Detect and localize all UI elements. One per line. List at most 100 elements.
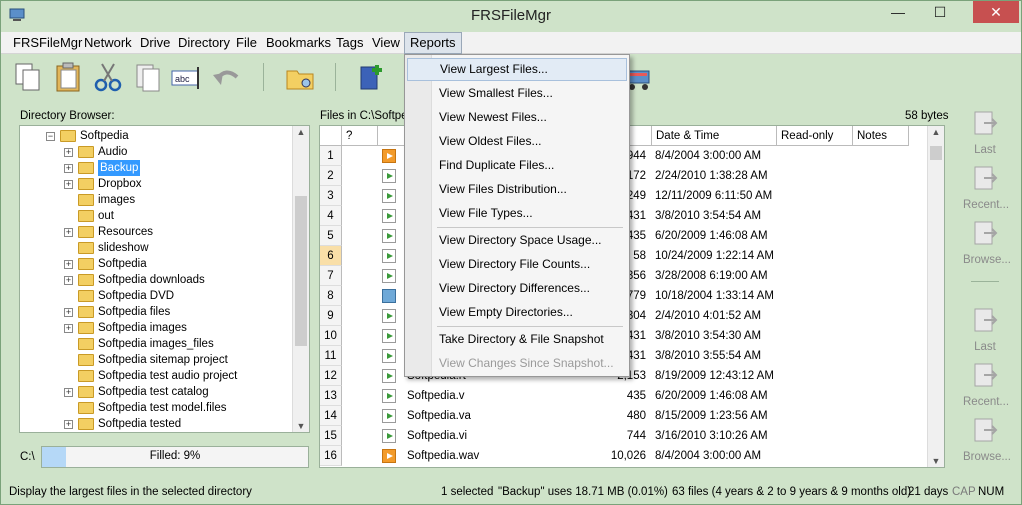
tree-item[interactable]: slideshow: [20, 240, 290, 256]
scroll-down-icon[interactable]: ▼: [293, 421, 309, 431]
tree-item[interactable]: + Softpedia images: [20, 320, 290, 336]
reports-menu-item[interactable]: Take Directory & File Snapshot: [407, 328, 627, 351]
file-name[interactable]: Softpedia.va: [407, 406, 471, 426]
row-number[interactable]: 8: [320, 286, 342, 306]
expand-icon[interactable]: +: [64, 148, 73, 157]
rename-icon[interactable]: abc: [171, 61, 201, 93]
row-number[interactable]: 5: [320, 226, 342, 246]
copy-icon[interactable]: [13, 61, 43, 93]
menu-directory[interactable]: Directory: [173, 32, 235, 54]
row-number[interactable]: 16: [320, 446, 342, 466]
tree-item[interactable]: + Audio: [20, 144, 290, 160]
tree-item[interactable]: images: [20, 192, 290, 208]
menu-view[interactable]: View: [367, 32, 405, 54]
row-number[interactable]: 10: [320, 326, 342, 346]
row-number[interactable]: 14: [320, 406, 342, 426]
expand-icon[interactable]: +: [64, 420, 73, 429]
tree-item[interactable]: + Dropbox: [20, 176, 290, 192]
tree-item[interactable]: + Backup: [20, 160, 290, 176]
menu-network[interactable]: Network: [79, 32, 137, 54]
menu-frsfilemgr[interactable]: FRSFileMgr: [8, 32, 87, 54]
side-button[interactable]: Last: [963, 306, 1007, 353]
find-folder-icon[interactable]: [285, 61, 315, 93]
reports-menu-item[interactable]: View Directory Differences...: [407, 277, 627, 300]
reports-menu-item[interactable]: View Empty Directories...: [407, 301, 627, 324]
expand-icon[interactable]: +: [64, 308, 73, 317]
side-button[interactable]: Browse...: [963, 416, 1011, 463]
side-button[interactable]: Recent...: [963, 164, 1009, 211]
tree-item[interactable]: + Softpedia files: [20, 304, 290, 320]
expand-icon[interactable]: +: [64, 228, 73, 237]
menu-reports[interactable]: Reports: [404, 32, 462, 54]
maximize-button[interactable]: ☐: [923, 1, 957, 23]
tree-item[interactable]: Softpedia images_files: [20, 336, 290, 352]
tree-item[interactable]: − Softpedia: [20, 128, 290, 144]
tree-item[interactable]: out: [20, 208, 290, 224]
scroll-up-icon[interactable]: ▲: [928, 127, 944, 137]
files-scroll-thumb[interactable]: [930, 146, 942, 160]
expand-icon[interactable]: +: [64, 164, 73, 173]
scroll-down-icon[interactable]: ▼: [928, 456, 944, 466]
add-bookmark-icon[interactable]: [357, 61, 387, 93]
tree-item[interactable]: Softpedia test audio project: [20, 368, 290, 384]
row-number[interactable]: 9: [320, 306, 342, 326]
row-number[interactable]: 15: [320, 426, 342, 446]
close-button[interactable]: ✕: [973, 1, 1019, 23]
file-name[interactable]: Softpedia.v: [407, 386, 465, 406]
row-number[interactable]: 13: [320, 386, 342, 406]
expand-icon[interactable]: +: [64, 276, 73, 285]
scroll-up-icon[interactable]: ▲: [293, 127, 309, 137]
expand-icon[interactable]: +: [64, 180, 73, 189]
menu-bookmarks[interactable]: Bookmarks: [261, 32, 336, 54]
paste-icon[interactable]: [53, 61, 83, 93]
column-readonly[interactable]: Read-only: [777, 126, 853, 146]
reports-menu-item[interactable]: View Smallest Files...: [407, 82, 627, 105]
row-number[interactable]: 4: [320, 206, 342, 226]
side-button[interactable]: Last: [963, 109, 1007, 156]
side-button[interactable]: Browse...: [963, 219, 1011, 266]
minimize-button[interactable]: —: [881, 1, 915, 23]
reports-menu-item[interactable]: View Directory File Counts...: [407, 253, 627, 276]
menu-drive[interactable]: Drive: [135, 32, 175, 54]
column-date[interactable]: Date & Time: [652, 126, 777, 146]
column-notes[interactable]: Notes: [853, 126, 909, 146]
tree-item[interactable]: Softpedia test model.files: [20, 400, 290, 416]
cut-icon[interactable]: [93, 61, 123, 93]
expand-icon[interactable]: +: [64, 260, 73, 269]
side-button[interactable]: Recent...: [963, 361, 1009, 408]
tree-scrollbar[interactable]: ▲ ▼: [292, 126, 309, 432]
reports-menu-item[interactable]: View Directory Space Usage...: [407, 229, 627, 252]
copy-to-icon[interactable]: [133, 61, 163, 93]
reports-menu-item[interactable]: View Largest Files...: [407, 58, 627, 81]
tree-item[interactable]: Softpedia DVD: [20, 288, 290, 304]
row-number[interactable]: 1: [320, 146, 342, 166]
collapse-icon[interactable]: −: [46, 132, 55, 141]
column-icon[interactable]: ?: [342, 126, 378, 146]
tree-item[interactable]: Softpedia sitemap project: [20, 352, 290, 368]
tree-item[interactable]: + Softpedia test catalog: [20, 384, 290, 400]
undo-icon[interactable]: [211, 61, 241, 93]
file-name[interactable]: Softpedia.wav: [407, 446, 479, 466]
reports-menu-item[interactable]: View File Types...: [407, 202, 627, 225]
row-number[interactable]: 11: [320, 346, 342, 366]
reports-menu-item[interactable]: View Oldest Files...: [407, 130, 627, 153]
menu-tags[interactable]: Tags: [331, 32, 368, 54]
reports-menu-item[interactable]: View Files Distribution...: [407, 178, 627, 201]
tree-item[interactable]: + Softpedia downloads: [20, 272, 290, 288]
tree-scroll-thumb[interactable]: [295, 196, 307, 346]
reports-menu-item[interactable]: View Newest Files...: [407, 106, 627, 129]
files-scrollbar[interactable]: ▲ ▼: [927, 126, 944, 467]
row-number[interactable]: 2: [320, 166, 342, 186]
expand-icon[interactable]: +: [64, 324, 73, 333]
row-number[interactable]: 7: [320, 266, 342, 286]
tree-item[interactable]: + Softpedia: [20, 256, 290, 272]
row-number[interactable]: 3: [320, 186, 342, 206]
menu-file[interactable]: File: [231, 32, 262, 54]
file-name[interactable]: Softpedia.vi: [407, 426, 467, 446]
row-number[interactable]: 6: [320, 246, 342, 266]
reports-menu-item[interactable]: Find Duplicate Files...: [407, 154, 627, 177]
row-number[interactable]: 12: [320, 366, 342, 386]
tree-item[interactable]: + Resources: [20, 224, 290, 240]
expand-icon[interactable]: +: [64, 388, 73, 397]
tree-item[interactable]: + Softpedia tested: [20, 416, 290, 432]
